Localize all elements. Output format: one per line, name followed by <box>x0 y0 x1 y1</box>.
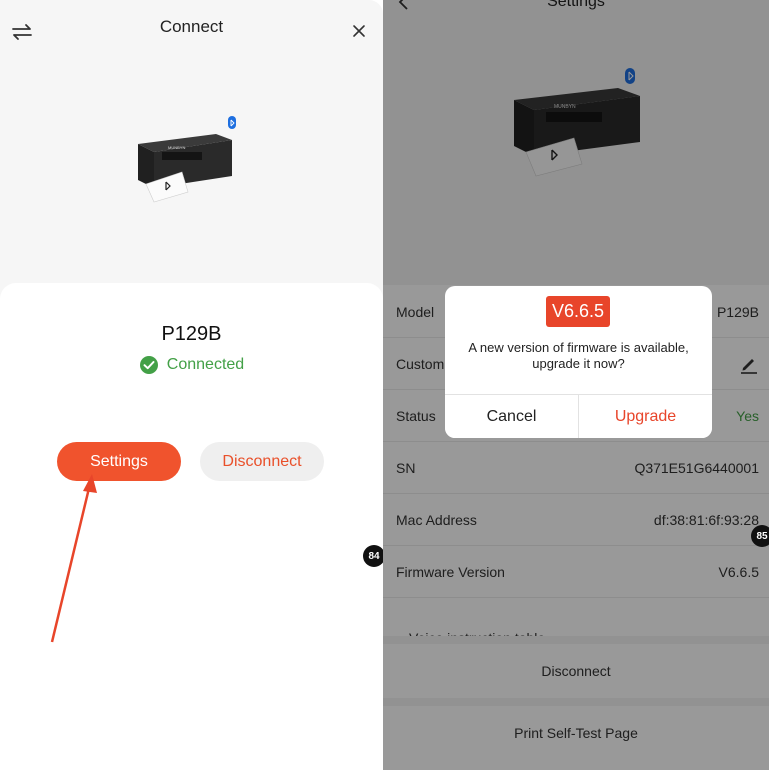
settings-button[interactable]: Settings <box>57 442 181 481</box>
dialog-actions: Cancel Upgrade <box>445 394 712 438</box>
step-badge: 85 <box>751 525 769 547</box>
firmware-upgrade-dialog: V6.6.5 A new version of firmware is avai… <box>445 286 712 438</box>
check-circle-icon <box>139 356 158 374</box>
cancel-button[interactable]: Cancel <box>445 395 579 438</box>
dialog-message: A new version of firmware is available, … <box>468 340 689 371</box>
upgrade-button[interactable]: Upgrade <box>579 395 712 438</box>
page-title: Connect <box>159 17 224 36</box>
disconnect-button[interactable]: Disconnect <box>200 442 324 481</box>
status-text: Connected <box>166 356 245 373</box>
device-name: P129B <box>161 323 222 345</box>
step-badge: 84 <box>363 545 383 567</box>
connect-header: Connect <box>0 0 383 60</box>
connect-screen: Connect MUNBYN P129B Connected Settings … <box>0 0 383 770</box>
printer-image: MUNBYN <box>138 116 236 203</box>
close-icon[interactable] <box>349 21 369 41</box>
firmware-version-badge: V6.6.5 <box>546 296 610 327</box>
settings-screen: Settings MUNBYN Model P129B Customize Na… <box>383 0 769 770</box>
connection-status: Connected <box>0 355 383 375</box>
printer-brand-label: MUNBYN <box>168 145 185 150</box>
